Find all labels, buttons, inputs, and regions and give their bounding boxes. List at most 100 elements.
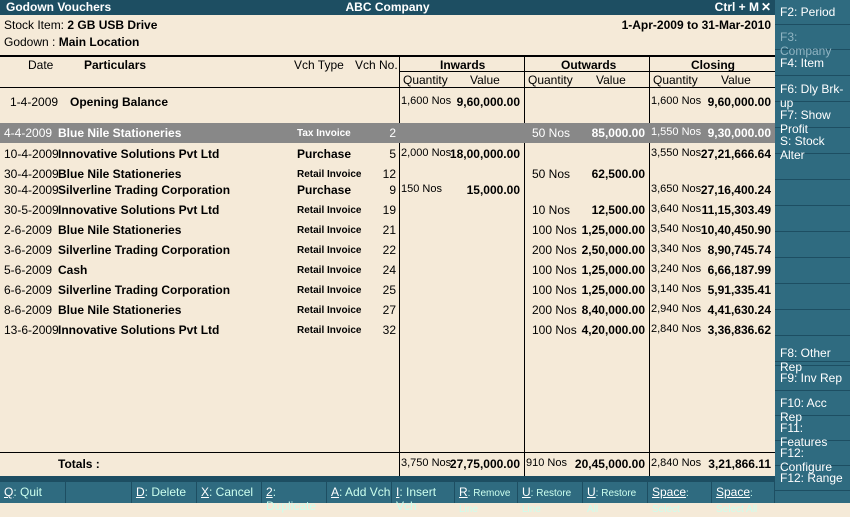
table-row[interactable]: 5-6-2009 Cash Retail Invoice 24 100 Nos 1,25,… xyxy=(0,260,775,280)
table-row[interactable]: 3-6-2009 Silverline Trading Corporation Re… xyxy=(0,240,775,260)
bottom-button-10[interactable]: U: Restore All xyxy=(583,482,648,515)
col-outwards: Outwards xyxy=(561,58,617,72)
row-date: 2-6-2009 xyxy=(4,223,53,237)
right-button-10[interactable]: F11: Features xyxy=(775,416,850,449)
button-key: X xyxy=(201,485,210,499)
row-vch-type: Tax Invoice xyxy=(297,128,351,139)
right-button-3[interactable]: F4: Item xyxy=(775,51,850,76)
button-label: : Cancel xyxy=(209,485,254,499)
right-button-4[interactable]: F6: Dly Brk-up xyxy=(775,77,850,110)
godown-value: Main Location xyxy=(58,35,140,49)
right-button-11[interactable]: F12: Configure xyxy=(775,441,850,474)
row-date: 30-4-2009 xyxy=(4,167,59,181)
totals-out-value: 20,45,000.00 xyxy=(574,457,645,471)
row-vch-type: Retail Invoice xyxy=(297,225,362,236)
right-button-2[interactable]: F3: Company xyxy=(775,25,850,58)
bottom-button-6[interactable]: A: Add Vch xyxy=(327,482,392,503)
row-vch-no: 32 xyxy=(382,323,396,337)
col-cl-value: Value xyxy=(721,73,751,87)
right-button-empty xyxy=(775,259,850,284)
bottom-button-3[interactable]: D: Delete xyxy=(132,482,197,503)
right-button-12[interactable]: F12: Range xyxy=(775,466,850,491)
right-button-1[interactable]: F2: Period xyxy=(775,0,850,25)
row-particulars: Innovative Solutions Pvt Ltd xyxy=(58,147,220,161)
row-vch-type: Purchase xyxy=(297,183,352,197)
bottom-button-2 xyxy=(66,482,132,503)
row-in-value: 18,00,000.00 xyxy=(449,147,520,161)
row-vch-no: 2 xyxy=(389,126,396,140)
col-closing: Closing xyxy=(691,58,735,72)
row-date: 30-4-2009 xyxy=(4,183,59,197)
row-out-value: 1,25,000.00 xyxy=(581,223,645,237)
bottom-button-4[interactable]: X: Cancel xyxy=(197,482,262,503)
table-row[interactable]: 8-6-2009 Blue Nile Stationeries Retail Inv… xyxy=(0,300,775,320)
bottom-button-7[interactable]: I: Insert Vch xyxy=(392,482,455,513)
table-row[interactable]: 30-4-2009 Silverline Trading Corporation P… xyxy=(0,180,775,200)
table-row[interactable]: 6-6-2009 Silverline Trading Corporation Re… xyxy=(0,280,775,300)
row-cl-value: 8,90,745.74 xyxy=(707,243,771,257)
report-info: Stock Item: 2 GB USB Drive Godown : Main… xyxy=(0,15,775,56)
row-out-value: 12,500.00 xyxy=(591,203,645,217)
button-key: Space xyxy=(652,485,687,499)
right-button-empty xyxy=(775,285,850,310)
right-button-5[interactable]: F7: Show Profit xyxy=(775,103,850,136)
right-button-empty xyxy=(775,155,850,180)
row-cl-value: 27,16,400.24 xyxy=(700,183,771,197)
row-vch-no: 21 xyxy=(382,223,396,237)
col-in-qty: Quantity xyxy=(403,73,448,87)
button-label: : Add Vch xyxy=(339,485,391,499)
right-button-8[interactable]: F9: Inv Rep xyxy=(775,366,850,391)
row-particulars: Cash xyxy=(58,263,88,277)
bottom-button-1[interactable]: Q: Quit xyxy=(0,482,66,503)
table-row[interactable]: 1-4-2009 Opening Balance 1,600 Nos 9,60,000… xyxy=(0,92,775,112)
button-key: A xyxy=(331,485,340,499)
row-vch-type: Retail Invoice xyxy=(297,325,362,336)
row-cl-value: 9,60,000.00 xyxy=(707,95,771,109)
button-label: : Quit xyxy=(13,485,43,499)
row-vch-no: 5 xyxy=(389,147,396,161)
button-key: R xyxy=(459,485,468,499)
table-row[interactable]: 4-4-2009 Blue Nile Stationeries Tax Invoic… xyxy=(0,123,775,143)
totals-cl-value: 3,21,866.11 xyxy=(708,457,771,471)
row-vch-type: Retail Invoice xyxy=(297,265,362,276)
col-cl-qty: Quantity xyxy=(653,73,698,87)
row-out-value: 2,50,000.00 xyxy=(581,243,645,257)
stock-item-value: 2 GB USB Drive xyxy=(67,18,158,32)
bottom-button-8[interactable]: R: Remove Line xyxy=(455,482,518,515)
table-row[interactable]: 10-4-2009 Innovative Solutions Pvt Ltd Pur… xyxy=(0,144,775,164)
button-key: U xyxy=(587,485,596,499)
row-vch-no: 12 xyxy=(382,167,396,181)
row-particulars: Silverline Trading Corporation xyxy=(58,243,231,257)
row-date: 30-5-2009 xyxy=(4,203,59,217)
row-particulars: Innovative Solutions Pvt Ltd xyxy=(58,323,220,337)
table-row[interactable]: 2-6-2009 Blue Nile Stationeries Retail Inv… xyxy=(0,220,775,240)
right-button-6[interactable]: S: Stock Alter xyxy=(775,129,850,162)
totals-row: Totals : 3,750 Nos 27,75,000.00 910 Nos … xyxy=(0,452,775,475)
table-header: Date Particulars Vch Type Vch No. Inward… xyxy=(0,56,775,88)
row-particulars: Blue Nile Stationeries xyxy=(58,223,182,237)
col-date: Date xyxy=(28,58,54,72)
shortcut-hint: Ctrl + M xyxy=(714,0,759,14)
bottom-button-12[interactable]: Space: Select All xyxy=(712,482,775,515)
col-out-value: Value xyxy=(596,73,626,87)
company-name: ABC Company xyxy=(345,0,430,14)
button-key: U xyxy=(522,485,531,499)
table-row[interactable]: 13-6-2009 Innovative Solutions Pvt Ltd Ret… xyxy=(0,320,775,340)
right-button-empty xyxy=(775,311,850,336)
report-period[interactable]: 1-Apr-2009 to 31-Mar-2010 xyxy=(622,18,771,32)
row-in-qty: 150 Nos xyxy=(401,183,442,195)
row-particulars: Silverline Trading Corporation xyxy=(58,283,231,297)
bottom-button-11[interactable]: Space: Select xyxy=(648,482,712,515)
row-date: 8-6-2009 xyxy=(4,303,53,317)
row-vch-no: 22 xyxy=(382,243,396,257)
row-particulars: Silverline Trading Corporation xyxy=(58,183,231,197)
row-vch-type: Retail Invoice xyxy=(297,285,362,296)
close-icon[interactable]: ✕ xyxy=(761,0,771,14)
table-row[interactable]: 30-5-2009 Innovative Solutions Pvt Ltd Ret… xyxy=(0,200,775,220)
row-particulars: Blue Nile Stationeries xyxy=(58,167,182,181)
bottom-button-9[interactable]: U: Restore Line xyxy=(518,482,583,515)
right-button-9[interactable]: F10: Acc Rep xyxy=(775,391,850,424)
button-label: : Duplicate xyxy=(266,485,317,513)
row-date: 10-4-2009 xyxy=(4,147,59,161)
bottom-button-5[interactable]: 2: Duplicate xyxy=(262,482,327,513)
